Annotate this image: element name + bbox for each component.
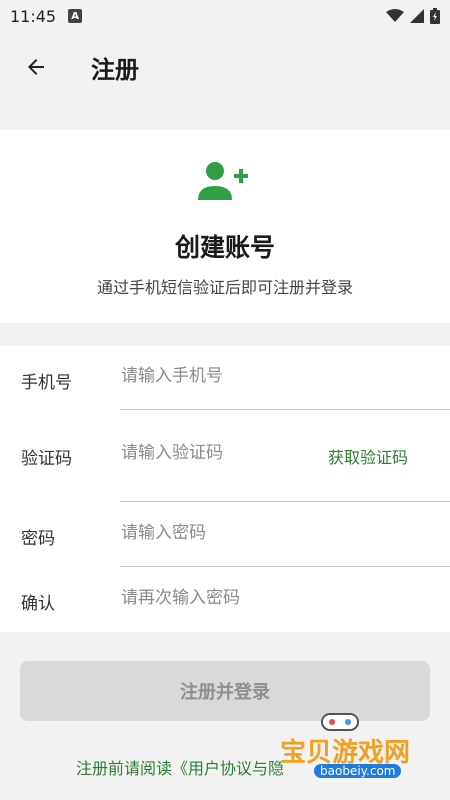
code-row: 验证码 获取验证码	[0, 410, 450, 502]
hero-title: 创建账号	[174, 233, 275, 262]
password-input[interactable]	[121, 523, 321, 543]
back-button[interactable]	[11, 42, 61, 92]
status-time: 11:45	[10, 6, 57, 26]
phone-input[interactable]	[121, 366, 321, 386]
hero-section: 创建账号 通过手机短信验证后即可注册并登录	[0, 130, 450, 323]
status-right	[386, 8, 440, 24]
password-label: 密码	[21, 529, 55, 549]
phone-row: 手机号	[0, 346, 450, 410]
app-bar: 注册	[0, 32, 450, 102]
arrow-left-icon	[28, 59, 44, 75]
get-code-button[interactable]: 获取验证码	[328, 444, 408, 468]
watermark-text: 宝贝游戏网	[280, 738, 411, 768]
code-input[interactable]	[121, 443, 311, 463]
status-bar: 11:45 A	[0, 0, 450, 32]
confirm-input[interactable]	[121, 588, 321, 608]
battery-icon	[430, 8, 440, 24]
register-form: 手机号 验证码 获取验证码 密码 确认	[0, 346, 450, 632]
agreement-link[interactable]: 注册前请阅读《用户协议与隐	[76, 755, 284, 779]
page-title: 注册	[91, 55, 139, 84]
register-login-button[interactable]: 注册并登录	[20, 661, 430, 721]
confirm-row: 确认	[0, 567, 450, 632]
person-add-icon	[198, 162, 248, 200]
password-row: 密码	[0, 502, 450, 567]
confirm-label: 确认	[21, 594, 55, 614]
wifi-icon	[386, 9, 404, 22]
hero-subtitle: 通过手机短信验证后即可注册并登录	[96, 278, 353, 297]
code-label: 验证码	[21, 449, 72, 469]
phone-label: 手机号	[21, 373, 72, 393]
signal-icon	[410, 9, 424, 23]
notification-a-icon: A	[68, 9, 83, 23]
watermark-logo: 宝贝游戏网 baobeiy.com	[280, 710, 430, 790]
watermark-url: baobeiy.com	[314, 764, 402, 778]
